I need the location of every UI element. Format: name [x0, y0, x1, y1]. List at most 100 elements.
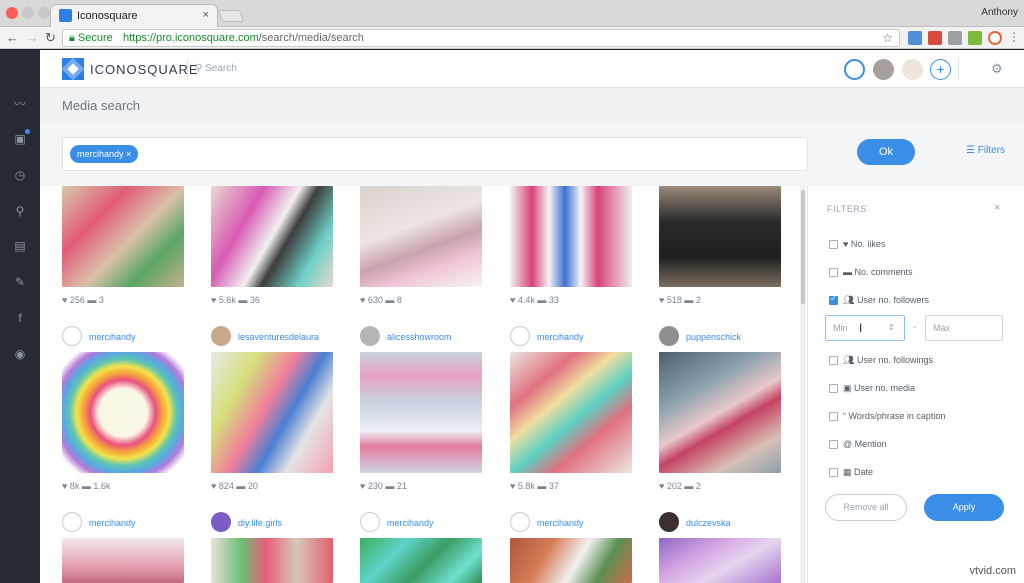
filters-panel: FILTERS × ♥ No. likes ▬ No. comments 👥︎ …	[807, 186, 1024, 583]
likes-count: ♥ 630 ▬ 8	[360, 295, 402, 305]
stepper-icon[interactable]: ⇕	[888, 323, 895, 332]
watermark: vtvid.com	[969, 565, 1016, 577]
grid-scrollbar[interactable]	[800, 186, 806, 583]
media-photo[interactable]	[510, 352, 632, 473]
extension-chat-icon[interactable]	[968, 31, 982, 45]
user-avatar[interactable]	[659, 512, 679, 532]
user-avatar[interactable]	[211, 326, 231, 346]
apply-button[interactable]: Apply	[924, 494, 1004, 521]
facebook-icon[interactable]: f	[12, 310, 28, 326]
scrollbar-thumb[interactable]	[801, 190, 805, 304]
likes-count: ♥ 230 ▬ 21	[360, 481, 407, 491]
media-photo[interactable]	[659, 352, 781, 473]
header-divider-right	[958, 58, 959, 80]
ok-button[interactable]: Ok	[857, 139, 915, 165]
forward-arrow-icon[interactable]: →	[26, 30, 39, 45]
username-link[interactable]: puppenschick	[686, 332, 741, 342]
clock-icon[interactable]: ◷	[12, 167, 28, 183]
browser-user-name[interactable]: Anthony	[981, 7, 1018, 18]
checkbox[interactable]	[829, 268, 838, 277]
filter-label: ▣ User no. media	[843, 383, 916, 393]
username-link[interactable]: alicesshowroom	[387, 332, 452, 342]
user-avatar[interactable]	[211, 512, 231, 532]
media-photo[interactable]	[62, 352, 184, 473]
username-link[interactable]: dulczevska	[686, 518, 731, 528]
extension-calendar-icon[interactable]	[908, 31, 922, 45]
extension-notes-icon[interactable]	[948, 31, 962, 45]
checkbox[interactable]	[829, 356, 838, 365]
compass-icon[interactable]: ◉	[12, 346, 28, 362]
max-followers-input[interactable]: Max	[925, 315, 1003, 341]
user-avatar[interactable]	[62, 512, 82, 532]
media-photo[interactable]	[62, 538, 184, 583]
remove-all-button[interactable]: Remove all	[825, 494, 907, 521]
user-avatar[interactable]	[510, 326, 530, 346]
browser-tab[interactable]: Iconosquare ×	[50, 4, 218, 27]
reload-icon[interactable]: ↻	[45, 30, 56, 46]
media-photo[interactable]	[211, 352, 333, 473]
chip-remove-icon[interactable]: ×	[126, 149, 131, 159]
tab-title: Iconosquare	[77, 10, 138, 22]
checkbox[interactable]	[829, 468, 838, 477]
checkbox[interactable]	[829, 240, 838, 249]
checkbox[interactable]	[829, 384, 838, 393]
bookmark-star-icon[interactable]: ☆	[882, 31, 893, 45]
username-link[interactable]: lesaventuresdelaura	[238, 332, 319, 342]
username-link[interactable]: mercihandy	[89, 332, 136, 342]
media-photo[interactable]	[360, 538, 482, 583]
media-photo[interactable]	[62, 186, 184, 287]
account-avatar-2[interactable]	[873, 59, 894, 80]
logo-text: ICONOSQUARE	[90, 62, 199, 77]
user-avatar[interactable]	[360, 326, 380, 346]
filters-toggle[interactable]: ☰ Filters	[966, 145, 1005, 156]
screen: Iconosquare × Anthony ← → ↻ 🔒︎ Secure ht…	[0, 0, 1024, 583]
header-search[interactable]: ⚲ Search	[195, 63, 237, 74]
address-bar[interactable]: 🔒︎ Secure https://pro.iconosquare.com/se…	[62, 29, 900, 47]
min-followers-input[interactable]: Min I ⇕	[825, 315, 905, 341]
account-avatar-3[interactable]	[902, 59, 923, 80]
checkbox[interactable]	[829, 412, 838, 421]
media-photo[interactable]	[510, 186, 632, 287]
checkbox-checked[interactable]	[829, 294, 838, 305]
username-link[interactable]: mercihandy	[387, 518, 434, 528]
media-photo[interactable]	[659, 538, 781, 583]
account-avatar-iconosquare[interactable]	[844, 59, 865, 80]
add-account-icon[interactable]: +	[930, 59, 951, 80]
user-avatar[interactable]	[510, 512, 530, 532]
browser-menu-icon[interactable]: ⋮	[1008, 30, 1020, 44]
app-header: ICONOSQUARE ⚲ Search + ⚙	[40, 50, 1024, 88]
user-avatar[interactable]	[659, 326, 679, 346]
user-avatar[interactable]	[62, 326, 82, 346]
back-arrow-icon[interactable]: ←	[6, 30, 19, 45]
username-link[interactable]: mercihandy	[89, 518, 136, 528]
likes-count: ♥ 5.8k ▬ 37	[510, 481, 559, 491]
analytics-icon[interactable]: 〰	[12, 96, 28, 112]
contact-card-icon[interactable]: ▤	[12, 238, 28, 254]
username-link[interactable]: diy.life.girls	[238, 518, 282, 528]
extension-circle-icon[interactable]	[988, 31, 1002, 45]
text-cursor-icon: I	[859, 321, 863, 335]
close-window-button[interactable]	[6, 7, 18, 19]
close-filters-icon[interactable]: ×	[994, 202, 1000, 214]
extension-badge-icon[interactable]	[928, 31, 942, 45]
range-dash: -	[913, 322, 917, 333]
checkbox[interactable]	[829, 440, 838, 449]
wrench-icon[interactable]: ✎	[12, 274, 28, 290]
search-chip[interactable]: mercihandy ×	[70, 145, 139, 163]
media-photo[interactable]	[510, 538, 632, 583]
maximize-window-button[interactable]	[38, 7, 50, 19]
new-tab-button[interactable]	[217, 10, 245, 22]
media-photo[interactable]	[211, 186, 333, 287]
tab-close-icon[interactable]: ×	[203, 9, 209, 21]
hashtag-search-input[interactable]: mercihandy ×	[62, 137, 808, 171]
media-photo[interactable]	[211, 538, 333, 583]
media-photo[interactable]	[659, 186, 781, 287]
media-photo[interactable]	[360, 186, 482, 287]
search-icon[interactable]: ⚲	[12, 203, 28, 219]
settings-gear-icon[interactable]: ⚙	[991, 61, 1003, 77]
user-avatar[interactable]	[360, 512, 380, 532]
username-link[interactable]: mercihandy	[537, 332, 584, 342]
media-photo[interactable]	[360, 352, 482, 473]
username-link[interactable]: mercihandy	[537, 518, 584, 528]
minimize-window-button[interactable]	[22, 7, 34, 19]
